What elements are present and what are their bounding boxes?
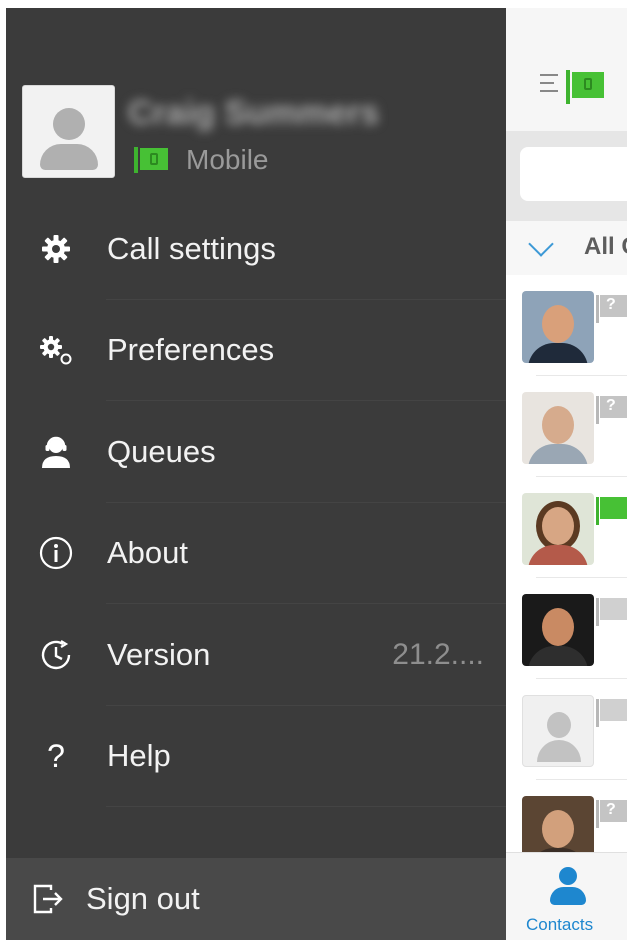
menu-item-version[interactable]: Version 21.2.... [6,604,506,706]
avatar-head-shape [53,108,85,140]
divider [536,375,627,376]
info-icon [36,533,76,573]
divider [536,577,627,578]
menu-icon[interactable] [540,74,562,96]
divider [536,476,627,477]
user-name: Craig Summers [128,94,380,132]
avatar-body-shape [40,144,98,170]
presence-unknown-icon: ? [596,295,627,323]
menu-item-label: Queues [107,433,216,469]
presence-unknown-icon: ? [596,396,627,424]
presence-offline-icon [596,699,627,727]
mobile-flag-icon [134,147,168,173]
contact-avatar[interactable] [522,695,594,767]
avatar[interactable] [22,85,115,178]
menu-item-label: Help [107,738,171,774]
divider [106,806,506,807]
profile-header[interactable]: Craig Summers Mobile [6,8,506,198]
contacts-tab-icon[interactable] [550,867,586,911]
sign-out-button[interactable]: Sign out [6,858,506,940]
headset-user-icon [36,432,76,472]
menu-item-about[interactable]: About [6,503,506,604]
menu-item-label: Preferences [107,332,275,368]
divider [536,779,627,780]
tab-bar: Contacts [506,852,627,940]
divider [536,678,627,679]
presence-offline-icon [596,598,627,626]
app-screen: Craig Summers Mobile Call settings Prefe… [0,0,627,940]
chevron-down-icon [528,231,554,257]
contact-avatar[interactable] [522,594,594,666]
presence-unknown-icon: ? [596,800,627,828]
search-input[interactable] [520,147,627,201]
drawer-menu: Call settings Preferences Queues About V… [6,198,506,807]
status-label: Mobile [186,144,269,175]
tab-contacts[interactable]: Contacts [526,915,593,935]
menu-item-label: Version [107,636,211,672]
question-icon: ? [47,737,65,774]
version-value: 21.2.... [392,637,484,671]
clock-icon [36,635,76,675]
menu-item-call-settings[interactable]: Call settings [6,198,506,300]
status-row[interactable]: Mobile [134,144,268,176]
search-bar [506,131,627,221]
menu-item-label: Call settings [107,230,276,266]
sign-out-icon [28,879,68,919]
presence-flag-icon[interactable] [566,70,606,104]
gear-icon [36,229,76,269]
menu-item-label: About [107,535,189,571]
filter-label: All C [584,233,627,260]
menu-item-preferences[interactable]: Preferences [6,300,506,401]
menu-item-help[interactable]: ? Help [6,706,506,807]
side-drawer: Craig Summers Mobile Call settings Prefe… [6,8,506,940]
menu-item-queues[interactable]: Queues [6,401,506,503]
sign-out-label: Sign out [86,881,200,916]
contact-avatar[interactable] [522,291,594,363]
contacts-page-strip[interactable]: All C ? ? [506,8,627,940]
presence-available-icon [596,497,627,525]
gears-icon [36,330,76,370]
contacts-header [506,8,627,131]
contact-avatar[interactable] [522,493,594,565]
contact-avatar[interactable] [522,392,594,464]
filter-row[interactable]: All C [506,221,627,275]
